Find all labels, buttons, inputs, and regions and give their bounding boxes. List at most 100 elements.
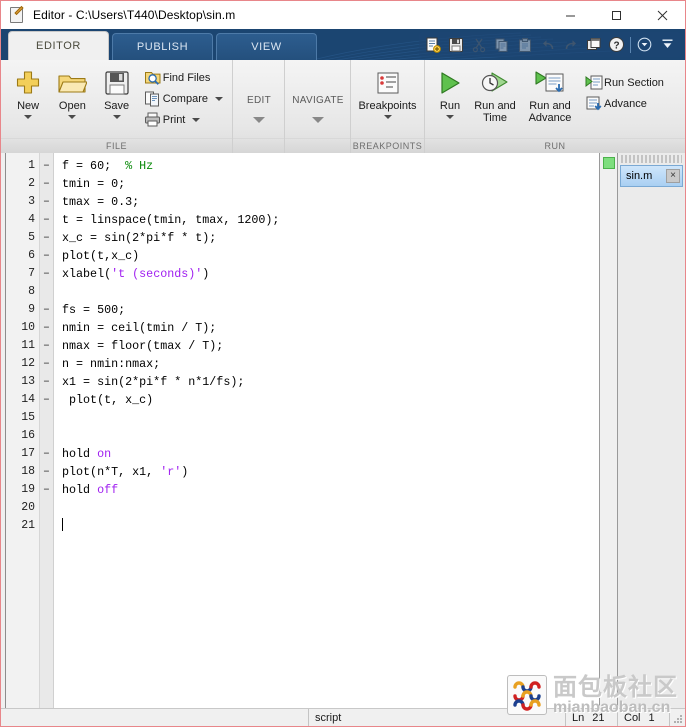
code-token-plain: hold: [62, 483, 98, 497]
new-script-icon[interactable]: [422, 34, 443, 55]
switch-windows-icon[interactable]: [583, 34, 604, 55]
breakpoint-slot[interactable]: –: [40, 337, 53, 355]
copy-icon[interactable]: [491, 34, 512, 55]
breakpoint-slot[interactable]: [40, 409, 53, 427]
code-analyzer-strip[interactable]: [599, 153, 617, 709]
close-button[interactable]: [639, 1, 685, 29]
code-line[interactable]: plot(n*T, x1, 'r'): [54, 463, 599, 481]
navigate-group-chevron-down-icon[interactable]: [312, 117, 324, 123]
resize-grip-icon[interactable]: [669, 709, 685, 726]
find-files-button[interactable]: Find Files: [139, 67, 227, 88]
code-line[interactable]: nmax = floor(tmax / T);: [54, 337, 599, 355]
line-number: 6: [28, 249, 35, 262]
redo-icon[interactable]: [560, 34, 581, 55]
new-button-chevron-down-icon[interactable]: [24, 115, 33, 119]
save-button-chevron-down-icon[interactable]: [112, 115, 121, 119]
code-line[interactable]: plot(t, x_c): [54, 391, 599, 409]
code-token-plain: hold: [62, 447, 98, 461]
breakpoint-slot[interactable]: –: [40, 211, 53, 229]
breakpoint-slot[interactable]: –: [40, 445, 53, 463]
open-button-chevron-down-icon[interactable]: [68, 115, 77, 119]
code-analyzer-ok-indicator[interactable]: [603, 157, 615, 169]
breakpoint-slot[interactable]: –: [40, 373, 53, 391]
print-chevron-down-icon[interactable]: [192, 117, 201, 122]
run-button[interactable]: Run: [430, 64, 470, 119]
save-icon[interactable]: [445, 34, 466, 55]
code-line[interactable]: [54, 517, 599, 535]
panel-drag-grip[interactable]: [621, 155, 682, 163]
code-token-plain: nmax = floor(tmax / T);: [62, 339, 224, 353]
breakpoint-slot[interactable]: –: [40, 247, 53, 265]
document-tab-sin-m[interactable]: sin.m ×: [620, 165, 683, 187]
cut-icon[interactable]: [468, 34, 489, 55]
code-line[interactable]: [54, 499, 599, 517]
print-button[interactable]: Print: [139, 109, 227, 130]
breakpoint-slot[interactable]: [40, 427, 53, 445]
ribbon-group-navigate[interactable]: NAVIGATE: [285, 60, 351, 153]
code-line[interactable]: t = linspace(tmin, tmax, 1200);: [54, 211, 599, 229]
breakpoints-button[interactable]: Breakpoints: [356, 64, 419, 119]
new-button[interactable]: New: [6, 64, 50, 119]
breakpoint-slot[interactable]: –: [40, 319, 53, 337]
breakpoint-slot[interactable]: –: [40, 481, 53, 499]
advance-button[interactable]: Advance: [580, 93, 668, 114]
breakpoint-slot[interactable]: [40, 283, 53, 301]
code-line[interactable]: n = nmin:nmax;: [54, 355, 599, 373]
paste-icon[interactable]: [514, 34, 535, 55]
compare-button[interactable]: Compare: [139, 88, 227, 109]
breakpoint-slot[interactable]: –: [40, 301, 53, 319]
executable-line-marks[interactable]: – – – – – – – – – – – – – – – –: [40, 153, 54, 709]
code-line[interactable]: plot(t,x_c): [54, 247, 599, 265]
customize-quick-access-icon[interactable]: [634, 34, 655, 55]
ribbon-group-edit[interactable]: EDIT: [233, 60, 285, 153]
tab-view[interactable]: VIEW: [216, 33, 317, 60]
minimize-ribbon-icon[interactable]: [657, 34, 678, 55]
breakpoint-slot[interactable]: –: [40, 229, 53, 247]
code-line[interactable]: xlabel('t (seconds)'): [54, 265, 599, 283]
breakpoint-slot[interactable]: –: [40, 391, 53, 409]
breakpoints-chevron-down-icon[interactable]: [383, 115, 392, 119]
code-line[interactable]: fs = 500;: [54, 301, 599, 319]
document-tab-close-icon[interactable]: ×: [666, 169, 680, 183]
save-button[interactable]: Save: [95, 64, 139, 119]
line-number: 12: [21, 357, 35, 370]
breakpoint-slot[interactable]: –: [40, 157, 53, 175]
compare-chevron-down-icon[interactable]: [215, 96, 223, 101]
code-line[interactable]: tmax = 0.3;: [54, 193, 599, 211]
run-and-time-button[interactable]: Run and Time: [470, 64, 520, 124]
help-icon[interactable]: ?: [606, 34, 627, 55]
run-chevron-down-icon[interactable]: [446, 115, 454, 119]
code-line[interactable]: nmin = ceil(tmin / T);: [54, 319, 599, 337]
maximize-button[interactable]: [593, 1, 639, 29]
status-col-value: 1: [648, 711, 655, 724]
undo-icon[interactable]: [537, 34, 558, 55]
code-token-plain: plot(t, x_c): [62, 393, 154, 407]
minimize-button[interactable]: [547, 1, 593, 29]
code-line[interactable]: hold on: [54, 445, 599, 463]
code-line[interactable]: tmin = 0;: [54, 175, 599, 193]
breakpoint-slot[interactable]: [40, 499, 53, 517]
breakpoint-slot[interactable]: –: [40, 463, 53, 481]
breakpoint-slot[interactable]: –: [40, 193, 53, 211]
code-line[interactable]: [54, 283, 599, 301]
code-line[interactable]: [54, 409, 599, 427]
run-section-button[interactable]: Run Section: [580, 72, 668, 93]
tab-publish[interactable]: PUBLISH: [112, 33, 213, 60]
breakpoint-slot[interactable]: –: [40, 265, 53, 283]
code-line[interactable]: x1 = sin(2*pi*f * n*1/fs);: [54, 373, 599, 391]
code-token-plain: tmin = 0;: [62, 177, 126, 191]
tab-editor[interactable]: EDITOR: [8, 31, 109, 60]
code-line[interactable]: x_c = sin(2*pi*f * t);: [54, 229, 599, 247]
edit-group-chevron-down-icon[interactable]: [253, 117, 265, 123]
ribbon-group-navigate-footer: [285, 138, 350, 153]
code-line[interactable]: f = 60; % Hz: [54, 157, 599, 175]
breakpoint-slot[interactable]: –: [40, 175, 53, 193]
breakpoint-slot[interactable]: [40, 517, 53, 535]
code-line[interactable]: hold off: [54, 481, 599, 499]
code-token-plain: x_c = sin(2*pi*f * t);: [62, 231, 217, 245]
run-and-advance-button[interactable]: Run and Advance: [520, 64, 580, 124]
code-line[interactable]: [54, 427, 599, 445]
open-button[interactable]: Open: [50, 64, 94, 119]
code-text-area[interactable]: f = 60; % Hz tmin = 0; tmax = 0.3; t = lins…: [54, 153, 599, 709]
breakpoint-slot[interactable]: –: [40, 355, 53, 373]
